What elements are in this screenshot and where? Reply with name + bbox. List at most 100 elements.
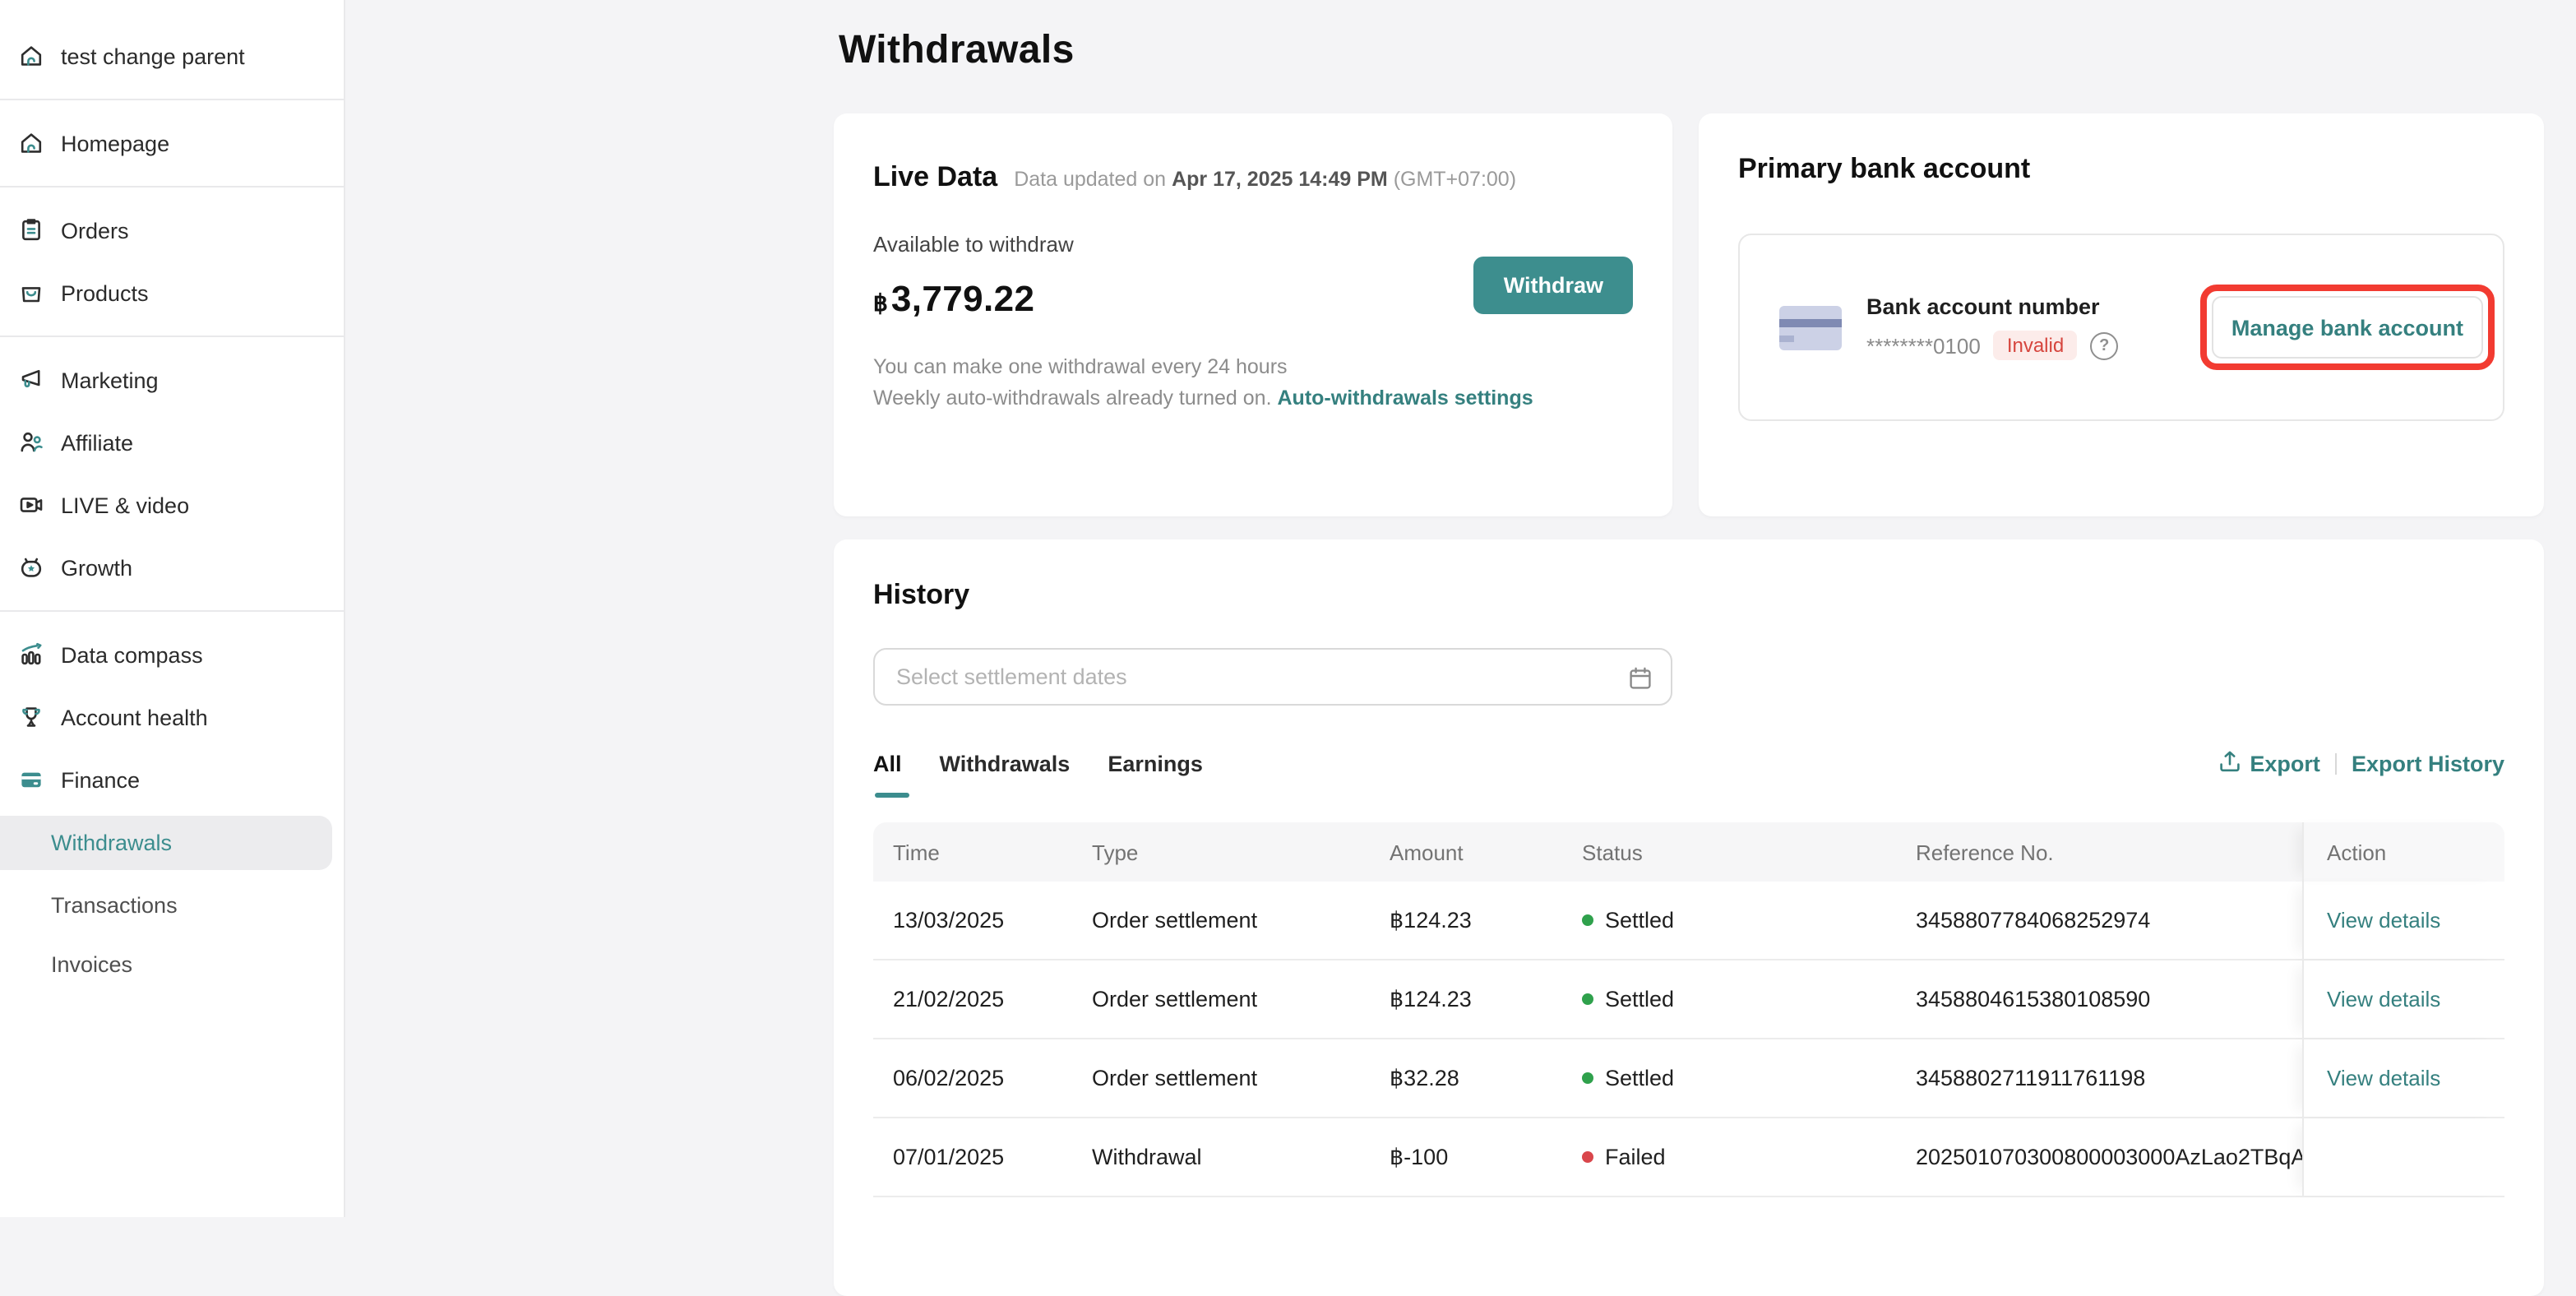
cell-amount: ฿124.23 <box>1390 907 1582 933</box>
history-title: History <box>873 579 969 612</box>
sidebar-item-label: Account health <box>61 705 208 729</box>
sidebar-item-label: Products <box>61 280 149 305</box>
sidebar-item-label: Orders <box>61 218 129 243</box>
cell-type: Withdrawal <box>1092 1145 1390 1169</box>
status-text: Failed <box>1605 1145 1666 1169</box>
sidebar-item-orders[interactable]: Orders <box>0 199 344 262</box>
cell-amount: ฿32.28 <box>1390 1065 1582 1091</box>
sidebar-item-live-video[interactable]: LIVE & video <box>0 474 344 536</box>
tab-withdrawals[interactable]: Withdrawals <box>940 752 1071 776</box>
primary-bank-account-card: Primary bank account Bank account number… <box>1699 113 2544 516</box>
updated-suffix: (GMT+07:00) <box>1394 168 1516 191</box>
status-dot <box>1582 1151 1593 1163</box>
view-details-link[interactable]: View details <box>2327 1066 2440 1090</box>
summary-cards-row: Live Data Data updated on Apr 17, 2025 1… <box>834 113 2545 516</box>
cell-status: Settled <box>1582 908 1916 933</box>
table-row: 21/02/2025 Order settlement ฿124.23 Sett… <box>873 960 2504 1039</box>
currency-symbol: ฿ <box>873 289 888 317</box>
col-amount: Amount <box>1390 840 1582 864</box>
cell-type: Order settlement <box>1092 1066 1390 1090</box>
withdrawal-note-1: You can make one withdrawal every 24 hou… <box>873 352 1633 382</box>
col-status: Status <box>1582 840 1916 864</box>
sidebar-divider <box>0 99 344 100</box>
sidebar-item-transactions[interactable]: Transactions <box>0 875 344 934</box>
growth-icon <box>18 554 44 581</box>
sidebar-item-withdrawals[interactable]: Withdrawals <box>0 816 332 870</box>
cell-reference: 3458804615380108590 <box>1916 987 2302 1011</box>
export-icon <box>2218 750 2241 778</box>
cell-action: View details <box>2302 960 2504 1038</box>
main-content: Withdrawals Live Data Data updated on Ap… <box>345 0 2576 1217</box>
video-camera-icon <box>18 492 44 518</box>
bank-account-number-label: Bank account number <box>1866 294 2118 319</box>
cell-time: 21/02/2025 <box>873 987 1092 1011</box>
bar-chart-icon <box>18 641 44 668</box>
export-button[interactable]: Export <box>2218 750 2320 778</box>
cell-reference: 3458807784068252974 <box>1916 908 2302 933</box>
cell-status: Settled <box>1582 1066 1916 1090</box>
sidebar-item-growth[interactable]: Growth <box>0 536 344 599</box>
cell-time: 06/02/2025 <box>873 1066 1092 1090</box>
bank-card-title: Primary bank account <box>1738 153 2030 186</box>
history-table: Time Type Amount Status Reference No. Ac… <box>873 822 2504 1197</box>
help-icon[interactable]: ? <box>2090 331 2118 359</box>
table-header-row: Time Type Amount Status Reference No. Ac… <box>873 822 2504 882</box>
cell-reference: 202501070300800003000AzLao2TBqAD <box>1916 1145 2302 1169</box>
page-title: Withdrawals <box>839 28 2545 74</box>
available-to-withdraw-label: Available to withdraw <box>873 232 1633 257</box>
calendar-icon[interactable] <box>1628 666 1653 699</box>
bank-account-box: Bank account number ********0100 Invalid… <box>1738 234 2504 421</box>
sidebar-item-label: test change parent <box>61 44 245 68</box>
cell-amount: ฿-100 <box>1390 1144 1582 1170</box>
sidebar-item-account-health[interactable]: Account health <box>0 686 344 748</box>
invalid-status-badge: Invalid <box>1994 331 2077 360</box>
cell-type: Order settlement <box>1092 908 1390 933</box>
sidebar-divider <box>0 610 344 612</box>
live-data-card: Live Data Data updated on Apr 17, 2025 1… <box>834 113 1672 516</box>
manage-bank-account-button[interactable]: Manage bank account <box>2212 296 2483 359</box>
sidebar-divider <box>0 336 344 337</box>
status-text: Settled <box>1605 987 1674 1011</box>
app-root: test change parent Homepage Orders Produ… <box>0 0 2576 1217</box>
cell-action: View details <box>2302 1039 2504 1117</box>
auto-withdrawals-settings-link[interactable]: Auto-withdrawals settings <box>1278 386 1533 409</box>
sidebar-item-products[interactable]: Products <box>0 262 344 324</box>
cell-status: Settled <box>1582 987 1916 1011</box>
sidebar-item-test-change-parent[interactable]: test change parent <box>0 25 344 87</box>
export-history-button[interactable]: Export History <box>2352 752 2504 776</box>
sidebar-subitem-label: Withdrawals <box>51 831 172 855</box>
sidebar: test change parent Homepage Orders Produ… <box>0 0 345 1217</box>
sidebar-divider <box>0 186 344 187</box>
credit-card-icon <box>18 766 44 793</box>
home-icon <box>18 43 44 69</box>
tab-earnings[interactable]: Earnings <box>1108 752 1203 776</box>
sidebar-item-label: Data compass <box>61 642 203 667</box>
settlement-date-picker <box>873 648 1672 706</box>
sidebar-item-marketing[interactable]: Marketing <box>0 349 344 411</box>
status-dot <box>1582 993 1593 1005</box>
updated-prefix: Data updated on <box>1014 168 1166 191</box>
export-label: Export <box>2250 752 2320 776</box>
cell-time: 13/03/2025 <box>873 908 1092 933</box>
sidebar-item-invoices[interactable]: Invoices <box>0 934 344 993</box>
tab-all[interactable]: All <box>873 752 902 776</box>
home-icon <box>18 130 44 156</box>
cell-amount: ฿124.23 <box>1390 986 1582 1012</box>
cell-action: View details <box>2302 882 2504 959</box>
sidebar-item-homepage[interactable]: Homepage <box>0 112 344 174</box>
view-details-link[interactable]: View details <box>2327 908 2440 933</box>
sidebar-item-label: Finance <box>61 767 140 792</box>
amount-value: 3,779.22 <box>891 278 1035 321</box>
withdraw-button[interactable]: Withdraw <box>1474 257 1633 314</box>
sidebar-item-data-compass[interactable]: Data compass <box>0 623 344 686</box>
sidebar-item-finance[interactable]: Finance <box>0 748 344 811</box>
masked-account-number: ********0100 <box>1866 333 1981 358</box>
settlement-dates-input[interactable] <box>875 650 1671 704</box>
view-details-link[interactable]: View details <box>2327 987 2440 1011</box>
sidebar-item-affiliate[interactable]: Affiliate <box>0 411 344 474</box>
megaphone-icon <box>18 367 44 393</box>
col-reference: Reference No. <box>1916 840 2302 864</box>
export-divider <box>2335 753 2337 775</box>
cell-status: Failed <box>1582 1145 1916 1169</box>
sidebar-subitem-label: Transactions <box>51 892 178 917</box>
